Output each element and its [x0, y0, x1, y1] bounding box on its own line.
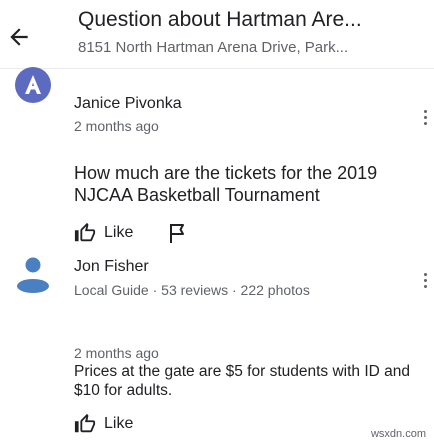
place-address: 8151 North Hartman Arena Drive, Park... — [78, 39, 349, 56]
report-flag-button[interactable] — [168, 222, 188, 244]
review-count: 53 reviews — [161, 282, 229, 298]
person-avatar-icon — [17, 257, 49, 293]
answer-author-stats: Local Guide · 53 reviews · 222 photos — [74, 282, 310, 298]
question-time: 2 months ago — [74, 118, 159, 134]
arrow-left-icon — [10, 28, 28, 46]
question-like-label: Like — [104, 224, 134, 241]
watermark: wsxdn.com — [370, 428, 426, 440]
answer-like-button[interactable]: Like — [74, 413, 133, 435]
question-like-button[interactable]: Like — [74, 222, 133, 244]
thumb-up-outline-icon — [74, 222, 96, 242]
header-divider — [0, 68, 434, 69]
thumb-up-outline-icon — [74, 413, 96, 433]
question-author-avatar[interactable] — [14, 66, 52, 104]
answer-author-avatar[interactable] — [14, 254, 52, 294]
more-vert-icon — [420, 110, 430, 125]
back-button[interactable] — [6, 24, 32, 50]
answer-more-menu[interactable] — [420, 271, 430, 297]
local-guide-badge: Local Guide — [74, 282, 149, 298]
question-more-menu[interactable] — [420, 108, 430, 134]
page-title: Question about Hartman Are... — [78, 8, 362, 31]
question-text: How much are the tickets for the 2019 NJ… — [74, 163, 378, 205]
answer-like-label: Like — [104, 415, 134, 432]
flag-outline-icon — [170, 224, 184, 243]
answer-author-name[interactable]: Jon Fisher — [74, 258, 149, 276]
question-author-name[interactable]: Janice Pivonka — [74, 95, 182, 113]
more-vert-icon — [420, 273, 430, 288]
user-initial-avatar-icon — [15, 67, 51, 103]
photo-count: 222 photos — [240, 282, 310, 298]
answer-time: 2 months ago — [74, 345, 159, 361]
answer-text: Prices at the gate are $5 for students w… — [74, 363, 411, 399]
